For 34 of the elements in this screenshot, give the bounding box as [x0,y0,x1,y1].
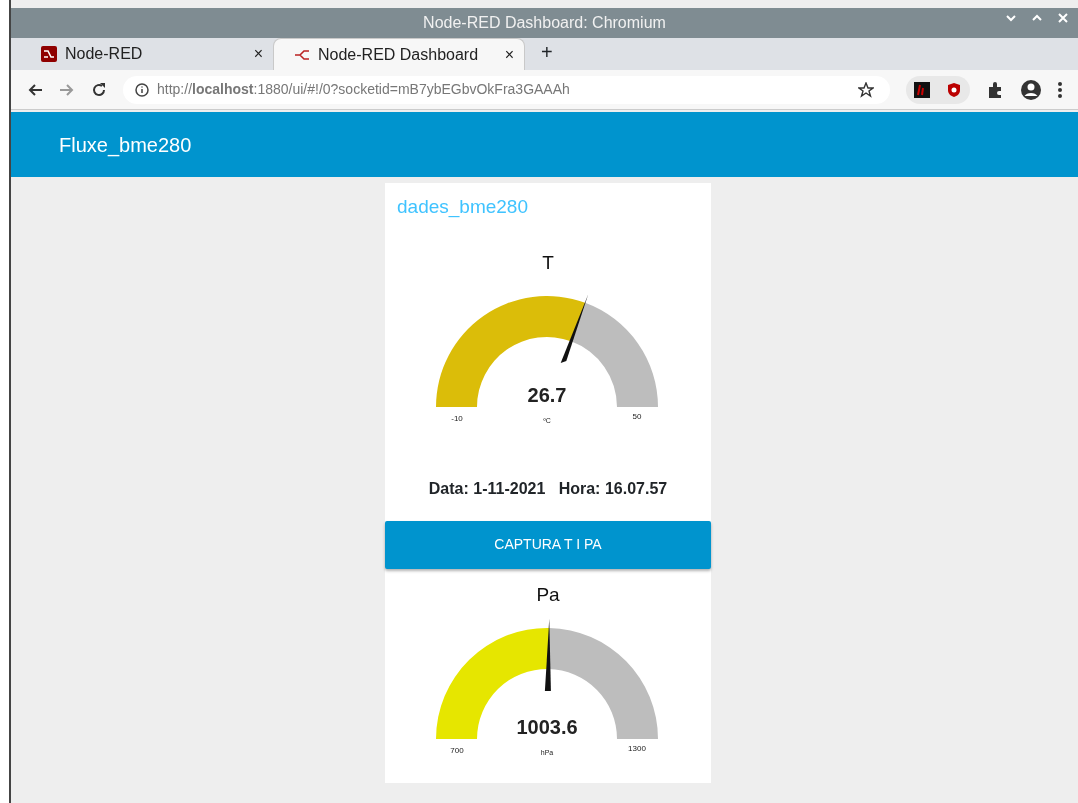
dashboard-title: Fluxe_bme280 [59,132,192,159]
date-time-text: Data: 1-11-2021 Hora: 16.07.57 [427,478,669,499]
browser-tab[interactable]: Node-RED × [21,38,273,70]
flow-icon [294,48,310,61]
menu-icon[interactable] [1058,81,1062,98]
browser-tab[interactable]: Node-RED Dashboard × [273,38,525,70]
extension-icon[interactable] [914,81,930,98]
url-text: http://localhost:1880/ui/#!/0?socketid=mB7ybEGbvOkFra3GAAAh [157,80,570,99]
close-icon[interactable] [1058,13,1068,23]
app-logo-icon [41,46,57,62]
gauge-value: 1003.6 [516,715,578,738]
profile-icon[interactable] [1020,78,1042,101]
puzzle-icon[interactable] [986,80,1004,99]
star-icon[interactable] [858,81,874,98]
gauge-value: 26.7 [527,383,567,406]
group-title: dades_bme280 [397,196,528,217]
gauge-max: 1300 [628,743,646,753]
gauge-min: -10 [451,413,463,423]
address-field[interactable]: http://localhost:1880/ui/#!/0?socketid=mB7ybEGbvOkFra3GAAAh [123,75,890,104]
close-tab-icon[interactable]: × [504,42,514,67]
new-tab-button[interactable]: + [533,38,561,66]
info-icon [135,82,149,97]
gauge-max: 50 [632,411,642,421]
close-tab-icon[interactable]: × [253,42,263,66]
gauge-label: Pa [535,582,561,607]
window-title: Node-RED Dashboard: Chromium [423,14,666,31]
forward-icon[interactable] [59,81,75,98]
maximize-icon[interactable] [1032,13,1042,23]
shield-icon[interactable] [946,81,962,98]
gauge-min: 700 [450,745,464,755]
minimize-icon[interactable] [1006,13,1016,23]
back-icon[interactable] [27,81,43,98]
reload-icon[interactable] [91,81,107,98]
gauge-label: T [541,250,555,275]
